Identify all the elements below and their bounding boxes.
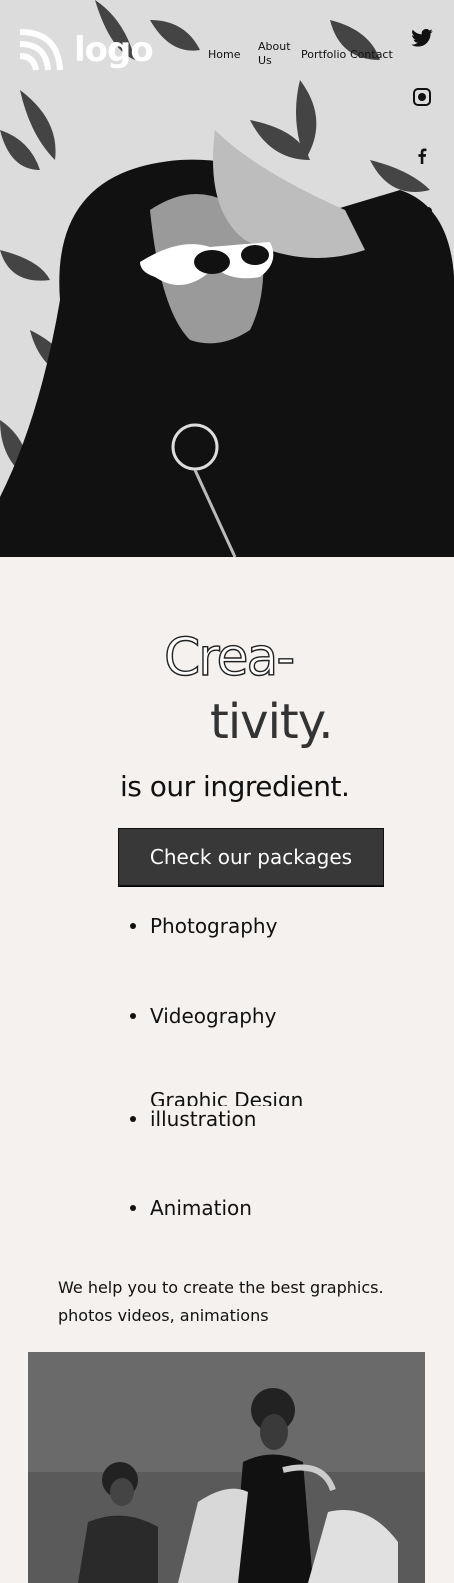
hero-photo — [0, 0, 454, 557]
twitter-icon[interactable] — [410, 26, 434, 50]
logo[interactable]: logo — [18, 28, 154, 72]
team-photo-image — [28, 1352, 425, 1583]
check-packages-button[interactable]: Check our packages — [118, 828, 384, 886]
bullet-icon — [130, 1013, 136, 1019]
mail-icon[interactable] — [410, 203, 434, 227]
service-item-clipped: Graphic Design — [150, 1092, 310, 1106]
nav-contact[interactable]: Contact — [350, 48, 393, 62]
service-label: illustration — [150, 1107, 257, 1131]
service-item: illustration — [130, 1107, 256, 1131]
bullet-icon — [130, 923, 136, 929]
team-photo — [28, 1352, 425, 1583]
service-label: Animation — [150, 1196, 252, 1220]
service-item: Videography — [130, 1004, 276, 1028]
tagline: is our ingredient. — [120, 770, 350, 803]
bullet-icon — [130, 1205, 136, 1211]
nav-about-us[interactable]: About Us — [258, 40, 298, 68]
about-description: We help you to create the best graphics.… — [58, 1278, 384, 1325]
service-label: Graphic Design — [150, 1092, 304, 1106]
service-label: Photography — [150, 914, 278, 938]
instagram-icon[interactable] — [410, 85, 434, 109]
nav-portfolio[interactable]: Portfolio — [301, 48, 346, 62]
bullet-icon — [130, 1116, 136, 1122]
service-item: Photography — [130, 914, 277, 938]
headline-solid: tivity. — [210, 694, 334, 750]
headline-outline: Crea- — [163, 627, 296, 688]
logo-text: logo — [74, 30, 154, 70]
service-item: Animation — [130, 1196, 252, 1220]
nav-home[interactable]: Home — [208, 48, 240, 62]
hero-image: logo Home About Us Portfolio Contact — [0, 0, 454, 557]
service-label: Videography — [150, 1004, 277, 1028]
logo-mark-icon — [19, 29, 63, 71]
facebook-icon[interactable] — [410, 144, 434, 168]
